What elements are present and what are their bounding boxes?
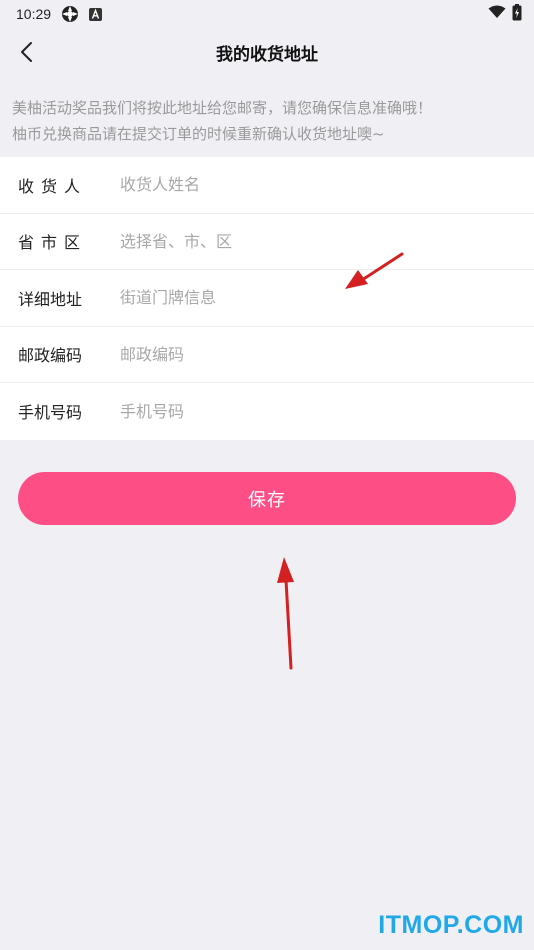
recipient-label: 收货人: [18, 176, 88, 196]
app-notification-icon: [61, 5, 79, 23]
status-time: 10:29: [16, 6, 52, 22]
form-row-region[interactable]: 省市区: [0, 214, 534, 270]
address-form: 收货人 省市区 详细地址 邮政编码 手机号码: [0, 157, 534, 440]
address-notice: 美柚活动奖品我们将按此地址给您邮寄，请您确保信息准确哦！ 柚币兑换商品请在提交订…: [12, 95, 527, 147]
save-button[interactable]: 保存: [18, 472, 516, 525]
status-bar: 10:29: [0, 0, 534, 28]
form-row-phone: 手机号码: [0, 383, 534, 440]
form-row-postcode: 邮政编码: [0, 327, 534, 383]
notice-line-2: 柚币兑换商品请在提交订单的时候重新确认收货地址噢~: [12, 125, 385, 143]
phone-label: 手机号码: [18, 403, 83, 423]
postcode-label: 邮政编码: [18, 346, 83, 366]
notice-line-1: 美柚活动奖品我们将按此地址给您邮寄，请您确保信息准确哦！: [12, 99, 433, 117]
region-select[interactable]: [120, 221, 534, 262]
battery-icon: [512, 3, 522, 25]
form-row-recipient: 收货人: [0, 157, 534, 214]
region-label: 省市区: [18, 233, 88, 253]
chevron-left-icon: [21, 42, 32, 62]
arrow-to-save-button: [277, 557, 294, 670]
street-address-input[interactable]: [120, 277, 534, 318]
back-button[interactable]: [8, 34, 44, 70]
watermark: ITMOP.COM: [378, 911, 524, 939]
street-label: 详细地址: [18, 289, 83, 309]
recipient-input[interactable]: [120, 164, 534, 205]
postcode-input[interactable]: [120, 334, 534, 375]
form-row-street: 详细地址: [0, 270, 534, 327]
a-badge-icon: [89, 7, 103, 21]
nav-bar: 我的收货地址: [0, 28, 534, 76]
page-title: 我的收货地址: [216, 44, 318, 65]
wifi-icon: [488, 5, 506, 23]
phone-input[interactable]: [120, 391, 534, 432]
